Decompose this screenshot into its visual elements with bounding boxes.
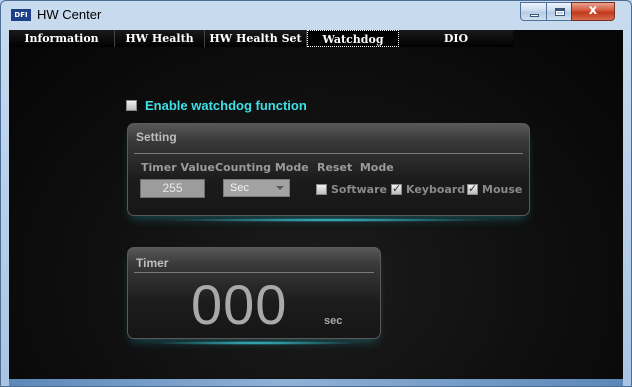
setting-panel-title: Setting [136,130,177,144]
app-window: DFI HW Center x Information HW Health HW… [0,0,632,387]
counting-mode-header: Counting Mode [215,161,309,174]
counting-mode-value: Sec [230,182,249,194]
maximize-icon [555,8,565,16]
minimize-icon [530,14,539,17]
setting-divider [134,153,523,154]
main-content: Information HW Health HW Health Set Watc… [9,30,623,386]
enable-watchdog-label[interactable]: Enable watchdog function [145,98,307,113]
reset-keyboard-label: Keyboard [406,183,466,196]
reset-software-checkbox[interactable] [316,184,327,195]
enable-watchdog-checkbox[interactable] [126,100,137,111]
minimize-button[interactable] [520,2,547,21]
reset-keyboard-option[interactable]: Keyboard [391,182,466,196]
tab-hw-health-set[interactable]: HW Health Set [205,30,307,47]
timer-value-input[interactable]: 255 [140,179,205,198]
maximize-button[interactable] [546,2,572,21]
timer-value-header: Timer Value [141,161,215,174]
timer-countdown-value: 000 [191,273,288,336]
counting-mode-select[interactable]: Sec [223,179,290,197]
chevron-down-icon [276,186,284,190]
enable-watchdog-row[interactable]: Enable watchdog function [126,98,307,113]
timer-panel-glow [149,341,363,345]
tab-information[interactable]: Information [9,30,115,47]
reset-mouse-option[interactable]: Mouse [467,182,523,196]
timer-panel: Timer 000 sec [127,247,381,339]
tab-hw-health[interactable]: HW Health [115,30,205,47]
timer-panel-title: Timer [136,256,169,270]
reset-keyboard-checkbox[interactable] [391,182,402,195]
setting-panel-glow [159,218,499,222]
window-bottom-border [9,379,623,386]
timer-unit-label: sec [324,315,343,327]
title-bar[interactable]: DFI HW Center x [1,1,631,30]
reset-mouse-checkbox[interactable] [467,182,478,195]
tab-bar: Information HW Health HW Health Set Watc… [9,30,513,47]
app-logo-icon: DFI [11,9,31,21]
tab-dio[interactable]: DIO [399,30,513,47]
reset-mouse-label: Mouse [482,183,523,196]
reset-software-option[interactable]: Software [316,183,387,196]
close-icon: x [588,3,598,18]
window-title: HW Center [37,7,102,22]
tab-watchdog[interactable]: Watchdog [307,30,399,47]
reset-software-label: Software [331,183,387,196]
setting-panel: Setting Timer Value Counting Mode Reset … [127,123,530,216]
close-button[interactable]: x [571,2,615,21]
reset-mode-header: Reset Mode [317,161,394,174]
